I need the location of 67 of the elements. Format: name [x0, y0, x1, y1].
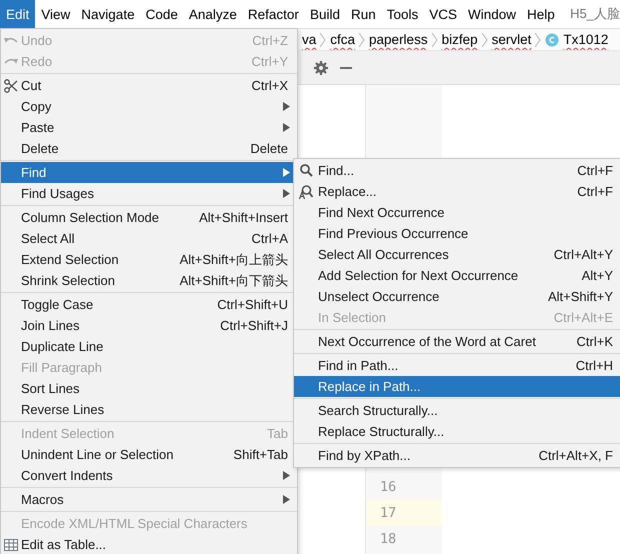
menu-bar-item[interactable]: Window — [462, 0, 522, 28]
menu-item[interactable]: Edit as Table... — [1, 534, 297, 554]
menu-item[interactable]: Find by XPath... Ctrl+Alt+X, F — [294, 445, 620, 466]
menu-item[interactable]: Replace... Ctrl+F — [294, 181, 620, 202]
menu-item[interactable]: Select All Occurrences Ctrl+Alt+Y — [294, 244, 620, 265]
menu-item[interactable]: Find Usages — [1, 183, 297, 204]
menu-item[interactable]: Unindent Line or Selection Shift+Tab — [1, 444, 297, 465]
chevron-icon — [432, 32, 438, 46]
menu-item[interactable]: Unselect Occurrence Alt+Shift+Y — [294, 286, 620, 307]
breadcrumb[interactable]: paperless — [365, 32, 432, 47]
menu-item[interactable]: Cut Ctrl+X — [1, 75, 297, 96]
breadcrumb[interactable]: servlet — [488, 32, 536, 47]
menu-item[interactable]: Find in Path... Ctrl+H — [294, 355, 620, 376]
menu-item[interactable]: Copy — [1, 96, 297, 117]
menu-item[interactable]: Macros — [1, 489, 297, 510]
breadcrumb[interactable]: Tx1012 — [559, 32, 612, 47]
menu-item[interactable]: Delete Delete — [1, 138, 297, 159]
menu-bar-item[interactable]: Build — [304, 0, 346, 28]
chevron-icon — [535, 32, 542, 46]
scissors-icon — [4, 78, 18, 92]
menu-item[interactable]: Next Occurrence of the Word at Caret Ctrl+K — [294, 331, 620, 352]
chevron-icon — [482, 32, 488, 46]
breadcrumb[interactable]: cfca — [326, 32, 360, 47]
menu-item[interactable]: Toggle Case Ctrl+Shift+U — [1, 294, 297, 315]
menu-item[interactable]: Add Selection for Next Occurrence Alt+Y — [294, 265, 620, 286]
menu-item[interactable]: Extend Selection Alt+Shift+向上箭头 — [1, 249, 297, 270]
chevron-icon — [359, 32, 366, 46]
menu-bar-item[interactable]: Refactor — [242, 0, 305, 28]
search-icon — [300, 164, 312, 177]
chevron-icon — [320, 32, 326, 46]
menu-bar-item[interactable]: Tools — [380, 0, 424, 28]
menu-item[interactable]: Join Lines Ctrl+Shift+J — [1, 315, 297, 336]
table-icon — [4, 538, 18, 550]
menu-item[interactable]: Reverse Lines — [1, 399, 297, 420]
menu-bar-item[interactable]: Code — [140, 0, 184, 28]
menu-bar-item[interactable]: Edit — [0, 0, 36, 28]
window-title: H5_人脸 — [569, 5, 620, 23]
undo-icon — [4, 36, 18, 46]
menu-bar-item[interactable]: Navigate — [75, 0, 141, 28]
menu-item[interactable]: Find Next Occurrence — [294, 202, 620, 223]
menu-bar-item[interactable]: View — [35, 0, 76, 28]
menu-item[interactable]: Select All Ctrl+A — [1, 228, 297, 249]
replace-icon — [299, 184, 313, 198]
menu-bar-item[interactable]: Run — [344, 0, 382, 28]
line-number: 17 — [366, 500, 442, 526]
menu-bar-item[interactable]: VCS — [423, 0, 464, 28]
menu-item[interactable]: Convert Indents — [1, 465, 297, 486]
menu-item[interactable]: Find... Ctrl+F — [294, 160, 620, 181]
breadcrumb[interactable]: bizfep — [438, 32, 482, 47]
menu-item[interactable]: Sort Lines — [1, 378, 297, 399]
breadcrumb[interactable]: va — [298, 32, 320, 47]
menu-item[interactable]: Replace Structurally... — [294, 421, 620, 442]
menu-item[interactable]: Find Previous Occurrence — [294, 223, 620, 244]
settings-icon[interactable] — [314, 60, 328, 74]
minimize-icon[interactable] — [340, 66, 352, 68]
menu-item[interactable]: Column Selection Mode Alt+Shift+Insert — [1, 207, 297, 228]
line-number: 16 — [379, 478, 398, 497]
menu-item[interactable]: Replace in Path... — [294, 376, 620, 397]
menu-item[interactable]: Search Structurally... — [294, 400, 620, 421]
menu-item[interactable]: Duplicate Line — [1, 336, 297, 357]
redo-icon — [4, 56, 18, 66]
class-icon — [545, 32, 560, 46]
menu-bar-item[interactable]: Help — [521, 0, 561, 28]
menu-item[interactable]: Shrink Selection Alt+Shift+向下箭头 — [1, 270, 297, 291]
menu-item[interactable]: Paste — [1, 117, 297, 138]
menu-bar-item[interactable]: Analyze — [182, 0, 243, 28]
line-number: 18 — [379, 530, 398, 549]
